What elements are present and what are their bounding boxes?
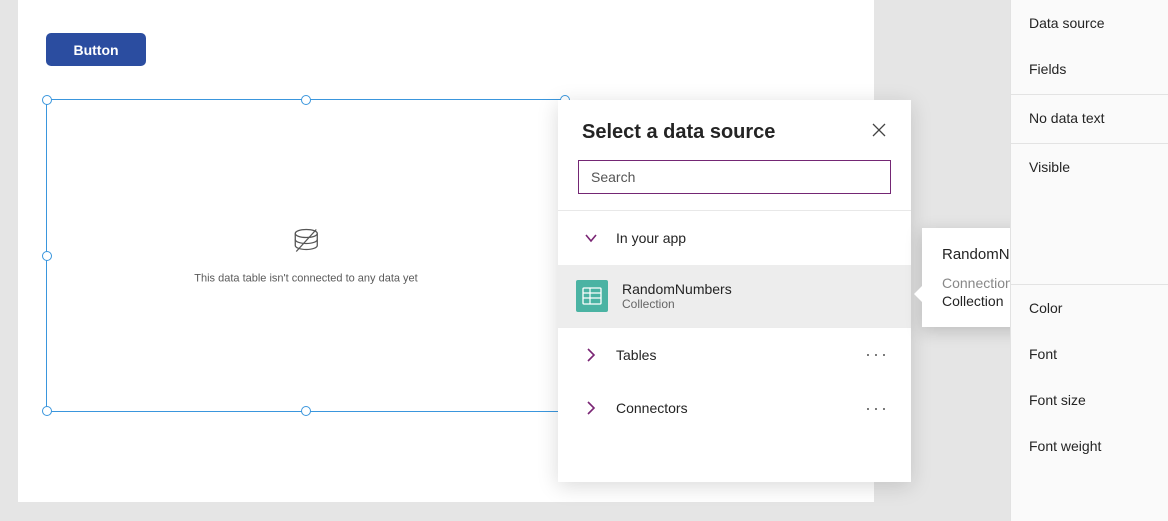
property-fields[interactable]: Fields [1011, 46, 1168, 92]
property-data-source[interactable]: Data source [1011, 0, 1168, 46]
category-in-your-app[interactable]: In your app [558, 211, 911, 265]
empty-message: This data table isn't connected to any d… [194, 272, 417, 284]
database-icon [291, 227, 321, 260]
category-label: Connectors [616, 400, 688, 416]
property-font[interactable]: Font [1011, 331, 1168, 377]
category-label: In your app [616, 230, 686, 246]
resize-handle-bl[interactable] [42, 406, 52, 416]
chevron-down-icon [580, 230, 602, 246]
search-input[interactable] [578, 160, 891, 194]
properties-panel: Data source Fields No data text Visible … [1010, 0, 1168, 521]
property-no-data-text[interactable]: No data text [1011, 95, 1168, 141]
category-label: Tables [616, 347, 656, 363]
resize-handle-bm[interactable] [301, 406, 311, 416]
close-icon [871, 125, 887, 142]
property-font-size[interactable]: Font size [1011, 377, 1168, 423]
data-source-subtitle: Collection [622, 297, 732, 311]
property-visible[interactable]: Visible [1011, 144, 1168, 190]
empty-state: This data table isn't connected to any d… [194, 227, 417, 284]
data-source-item-randomnumbers[interactable]: RandomNumbers Collection [558, 265, 911, 327]
chevron-right-icon [580, 347, 602, 363]
resize-handle-tl[interactable] [42, 95, 52, 105]
category-connectors[interactable]: Connectors ··· [558, 381, 911, 435]
close-button[interactable] [871, 122, 887, 143]
collection-icon [576, 280, 608, 312]
property-font-weight[interactable]: Font weight [1011, 423, 1168, 469]
property-color[interactable]: Color [1011, 285, 1168, 331]
data-source-popup: Select a data source In your app RandomN… [558, 100, 911, 482]
data-table-control[interactable]: This data table isn't connected to any d… [46, 99, 566, 412]
resize-handle-ml[interactable] [42, 251, 52, 261]
resize-handle-tm[interactable] [301, 95, 311, 105]
more-icon[interactable]: ··· [865, 398, 889, 419]
more-icon[interactable]: ··· [865, 344, 889, 365]
category-tables[interactable]: Tables ··· [558, 327, 911, 381]
chevron-right-icon [580, 400, 602, 416]
popup-title: Select a data source [582, 121, 775, 144]
data-source-name: RandomNumbers [622, 281, 732, 297]
button-control[interactable]: Button [46, 33, 146, 66]
